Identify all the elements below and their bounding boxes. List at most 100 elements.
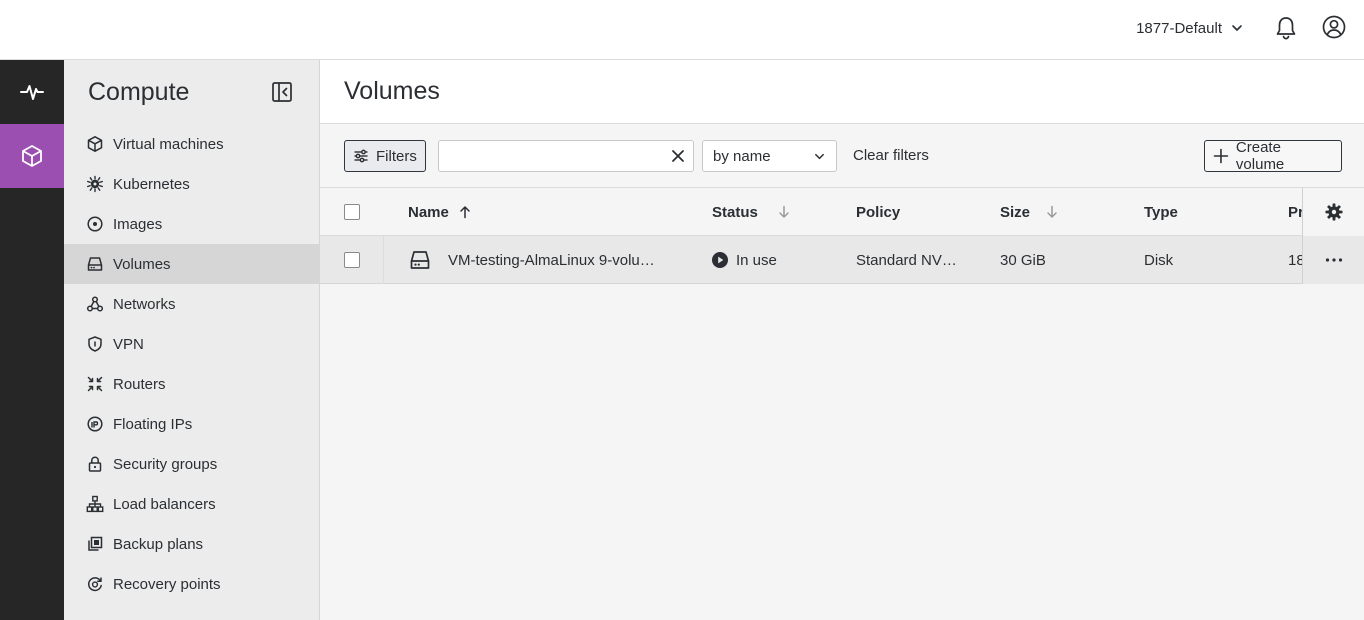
hierarchy-icon	[86, 495, 104, 513]
shield-icon	[88, 336, 102, 352]
sidebar-item-load-balancers[interactable]: Load balancers	[64, 484, 319, 524]
floating-ip-icon	[87, 416, 103, 432]
volumes-table: Name Status Policy Size Type Pr VM-testi…	[320, 188, 1364, 284]
cube-icon	[87, 136, 103, 152]
sidebar-item-label: Floating IPs	[113, 415, 193, 433]
sidebar-item-security-groups[interactable]: Security groups	[64, 444, 319, 484]
arrow-up-icon	[460, 206, 470, 219]
chevron-down-icon	[815, 153, 824, 160]
project-name: 1877-Default	[1136, 19, 1222, 37]
sidebar-item-backup-plans[interactable]: Backup plans	[64, 524, 319, 564]
sidebar-title: Compute	[88, 77, 190, 106]
filters-button[interactable]: Filters	[344, 140, 426, 172]
row-actions-button[interactable]	[1303, 236, 1364, 284]
sliders-icon	[354, 149, 368, 163]
column-label: Pr	[1288, 203, 1302, 221]
sidebar-item-label: Volumes	[113, 255, 171, 273]
kubernetes-icon	[87, 175, 103, 193]
column-size[interactable]: Size	[1000, 188, 1058, 236]
sidebar-item-label: VPN	[113, 335, 144, 353]
chevron-down-icon	[1232, 25, 1242, 31]
volume-project: 18	[1288, 251, 1302, 269]
volume-type: Disk	[1144, 251, 1174, 269]
sidebar-item-vpn[interactable]: VPN	[64, 324, 319, 364]
network-icon	[86, 296, 104, 312]
column-policy[interactable]: Policy	[856, 188, 900, 236]
backup-icon	[88, 536, 103, 551]
sidebar-item-virtual-machines[interactable]: Virtual machines	[64, 124, 319, 164]
collapse-sidebar-icon[interactable]	[270, 80, 294, 104]
search-input[interactable]	[447, 146, 667, 166]
sidebar-item-label: Virtual machines	[113, 135, 224, 153]
column-label: Name	[408, 203, 449, 221]
sidebar-item-floating-ips[interactable]: Floating IPs	[64, 404, 319, 444]
create-volume-button[interactable]: Create volume	[1204, 139, 1342, 173]
column-label: Type	[1144, 203, 1178, 221]
drive-icon	[410, 251, 430, 269]
main-content: Volumes Filters by name Clear filters Cr…	[320, 60, 1364, 620]
sidebar-item-label: Routers	[113, 375, 166, 393]
column-project[interactable]: Pr	[1288, 188, 1302, 236]
arrow-down-icon	[779, 205, 789, 218]
search-by-select[interactable]: by name	[702, 140, 837, 172]
volume-policy: Standard NV…	[856, 251, 957, 269]
column-label: Policy	[856, 203, 901, 221]
column-name[interactable]: Name	[408, 188, 471, 236]
play-circle-icon	[712, 252, 728, 268]
select-all-checkbox[interactable]	[344, 204, 360, 220]
sidebar-item-recovery-points[interactable]: Recovery points	[64, 564, 319, 604]
sidebar-item-label: Load balancers	[113, 495, 216, 513]
sidebar-item-label: Networks	[113, 295, 176, 313]
more-horizontal-icon	[1325, 258, 1342, 262]
column-label: Status	[712, 203, 758, 221]
volume-size: 30 GiB	[1000, 251, 1046, 269]
plus-icon	[1213, 148, 1229, 164]
volume-type-cell	[408, 236, 432, 284]
column-label: Size	[1000, 203, 1031, 221]
rail-item-compute[interactable]	[0, 124, 64, 188]
sidebar: Compute Virtual machines Kubernetes Imag…	[64, 60, 320, 620]
project-selector[interactable]: 1877-Default	[1136, 17, 1244, 39]
lock-icon	[88, 456, 102, 472]
arrow-down-icon	[1047, 205, 1057, 218]
drive-icon	[87, 257, 103, 271]
router-icon	[87, 376, 103, 392]
table-settings-button[interactable]	[1303, 188, 1364, 236]
sidebar-item-label: Kubernetes	[113, 175, 190, 193]
sidebar-item-volumes[interactable]: Volumes	[64, 244, 319, 284]
clear-filters-link[interactable]: Clear filters	[853, 147, 929, 164]
disc-icon	[87, 216, 103, 232]
gear-icon	[1325, 203, 1342, 221]
table-row[interactable]: VM-testing-AlmaLinux 9-volu… In use Stan…	[320, 236, 1364, 284]
volume-status: In use	[712, 236, 777, 284]
rail-item-monitoring[interactable]	[0, 60, 64, 124]
column-status[interactable]: Status	[712, 188, 790, 236]
status-label: In use	[736, 251, 777, 269]
search-field	[438, 140, 694, 172]
sidebar-item-networks[interactable]: Networks	[64, 284, 319, 324]
sidebar-item-images[interactable]: Images	[64, 204, 319, 244]
close-icon[interactable]	[671, 149, 685, 163]
sidebar-item-label: Backup plans	[113, 535, 204, 553]
sidebar-item-kubernetes[interactable]: Kubernetes	[64, 164, 319, 204]
top-bar: 1877-Default	[0, 0, 1364, 60]
page-header: Volumes	[320, 60, 1364, 124]
create-volume-label: Create volume	[1235, 139, 1285, 173]
table-header: Name Status Policy Size Type Pr	[320, 188, 1364, 236]
sidebar-item-label: Recovery points	[113, 575, 221, 593]
recovery-icon	[88, 577, 102, 592]
column-type[interactable]: Type	[1144, 188, 1178, 236]
app-rail	[0, 60, 64, 620]
bell-icon[interactable]	[1272, 14, 1300, 42]
volume-name[interactable]: VM-testing-AlmaLinux 9-volu…	[448, 236, 698, 284]
page-title: Volumes	[344, 77, 440, 105]
user-circle-icon[interactable]	[1320, 13, 1348, 41]
search-by-value: by name	[713, 147, 771, 165]
filters-label: Filters	[376, 147, 417, 165]
row-checkbox[interactable]	[344, 252, 360, 268]
toolbar: Filters by name Clear filters Create vol…	[320, 124, 1364, 188]
sidebar-item-routers[interactable]: Routers	[64, 364, 319, 404]
sidebar-item-label: Images	[113, 215, 163, 233]
activity-icon	[20, 85, 44, 100]
sidebar-item-label: Security groups	[113, 455, 218, 473]
